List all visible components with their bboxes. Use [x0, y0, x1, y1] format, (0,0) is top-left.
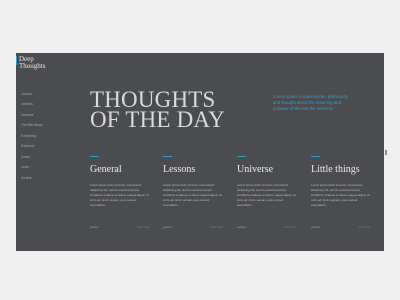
column-meta: posted read more	[90, 225, 150, 229]
hero-title: THOUGHTS OF THE DAY	[90, 88, 225, 132]
column-universe: Universe Lorem ipsum dolor sit amet, con…	[237, 165, 297, 230]
logo-accent-bar	[16, 56, 17, 65]
meta-left: posted	[90, 225, 99, 229]
column-general: General Lorem ipsum dolor sit amet, cons…	[90, 165, 150, 230]
logo-line-2: Thoughts	[19, 62, 46, 70]
column-body: Lorem ipsum dolor sit amet, consectetur …	[163, 183, 222, 207]
read-more-link[interactable]: read more	[358, 225, 371, 229]
nav-item-journal[interactable]: Journal	[21, 92, 81, 96]
column-title[interactable]: Lessons	[163, 165, 223, 175]
read-more-link[interactable]: read more	[210, 225, 223, 229]
nav-item-universe[interactable]: Universe	[21, 113, 81, 117]
column-little-things: Little things Lorem ipsum dolor sit amet…	[311, 165, 371, 230]
column-title[interactable]: Universe	[237, 165, 297, 175]
column-divider	[311, 156, 320, 157]
meta-left: posted	[237, 225, 246, 229]
nav-item-links[interactable]: Links	[21, 166, 81, 169]
column-body: Lorem ipsum dolor sit amet, consectetur …	[311, 183, 370, 207]
column-meta: posted read more	[163, 225, 223, 229]
scrollbar-thumb[interactable]	[385, 150, 387, 155]
column-divider	[237, 156, 246, 157]
nav-item-little-things[interactable]: The little things	[21, 124, 81, 127]
hero-title-line-2: OF THE DAY	[90, 107, 225, 132]
column-lessons: Lessons Lorem ipsum dolor sit amet, cons…	[163, 165, 223, 230]
column-meta: posted read more	[311, 225, 371, 229]
column-meta: posted read more	[237, 225, 297, 229]
column-body: Lorem ipsum dolor sit amet, consectetur …	[90, 183, 149, 207]
column-title[interactable]: Little things	[311, 165, 371, 175]
nav-item-elements[interactable]: Elements	[21, 145, 81, 148]
hero-tagline: Lorem ipsum is placeholder, philosophy a…	[273, 94, 349, 111]
site-logo[interactable]: Deep Thoughts	[19, 56, 45, 70]
read-more-link[interactable]: read more	[137, 225, 150, 229]
column-divider	[163, 156, 172, 157]
meta-left: posted	[163, 225, 172, 229]
column-divider	[90, 156, 99, 157]
column-body: Lorem ipsum dolor sit amet, consectetur …	[237, 183, 296, 207]
read-more-link[interactable]: read more	[284, 225, 297, 229]
website-frame: Deep Thoughts Journal Lessons Universe T…	[16, 53, 384, 251]
nav-item-everything[interactable]: Everything	[21, 134, 81, 138]
sidebar-nav: Journal Lessons Universe The little thin…	[21, 92, 81, 187]
nav-item-archive[interactable]: Archive	[21, 176, 81, 180]
nav-item-social[interactable]: Social	[21, 155, 81, 159]
column-title[interactable]: General	[90, 165, 150, 175]
meta-left: posted	[311, 225, 320, 229]
nav-item-lessons[interactable]: Lessons	[21, 103, 81, 106]
